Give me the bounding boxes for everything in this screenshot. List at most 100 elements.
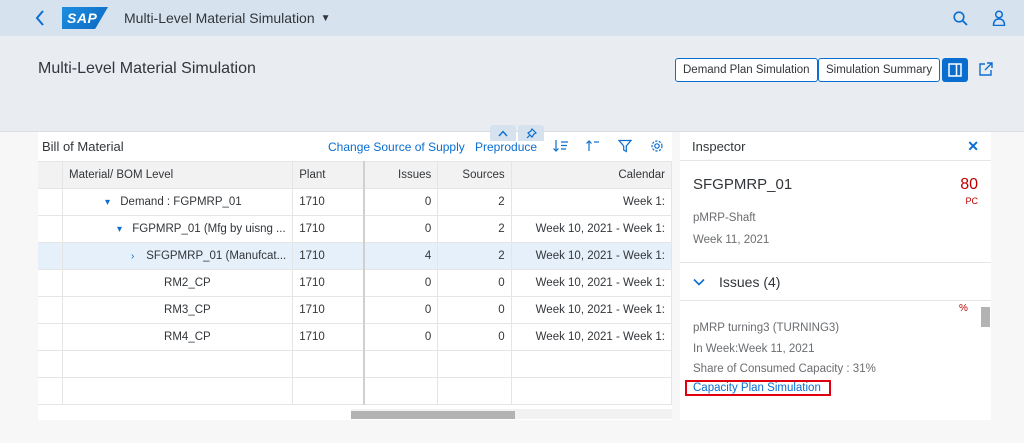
plant-cell: 1710 xyxy=(292,296,366,324)
app-title: Multi-Level Material Simulation xyxy=(124,10,315,26)
close-icon[interactable]: ✕ xyxy=(967,138,979,155)
simulation-summary-button[interactable]: Simulation Summary xyxy=(818,58,941,82)
inspector-unit: PC xyxy=(965,196,978,206)
content-area: Bill of Material Change Source of Supply… xyxy=(0,132,1024,443)
empty-row xyxy=(38,377,673,405)
material-cell: Demand : FGPMRP_01 xyxy=(120,196,242,208)
calendar-cell: Week 10, 2021 - Week 1: xyxy=(511,323,673,351)
sources-cell: 0 xyxy=(437,269,512,297)
change-source-of-supply-button[interactable]: Change Source of Supply xyxy=(328,140,465,154)
table-row[interactable]: RM2_CP 1710 0 0 Week 10, 2021 - Week 1: xyxy=(38,269,673,297)
user-icon[interactable] xyxy=(992,10,1006,26)
sort-icon[interactable] xyxy=(553,139,569,156)
inspector-panel: Inspector ✕ SFGPMRP_01 80 PC pMRP-Shaft … xyxy=(680,132,991,420)
plant-cell: 1710 xyxy=(292,323,366,351)
inspector-title: Inspector xyxy=(692,138,746,154)
page-title: Multi-Level Material Simulation xyxy=(38,60,256,77)
capacity-plan-simulation-link[interactable]: Capacity Plan Simulation xyxy=(685,380,831,396)
sources-cell: 0 xyxy=(437,296,512,324)
expanded-chevron-icon[interactable]: ▾ xyxy=(117,224,129,235)
sources-cell: 0 xyxy=(437,323,512,351)
caret-down-icon: ▼ xyxy=(320,12,331,24)
divider xyxy=(680,262,991,263)
sap-logo[interactable]: SAP xyxy=(62,7,108,29)
select-all-cell[interactable] xyxy=(38,161,64,189)
table-row[interactable]: ▾ FGPMRP_01 (Mfg by uisng ... 1710 0 2 W… xyxy=(38,215,673,243)
side-panel-toggle-button[interactable] xyxy=(942,58,968,82)
table-row[interactable]: RM4_CP 1710 0 0 Week 10, 2021 - Week 1: xyxy=(38,323,673,351)
inspector-description: pMRP-Shaft xyxy=(693,212,756,224)
sources-cell: 2 xyxy=(437,188,512,216)
issues-header: Issues (4) xyxy=(719,274,781,290)
row-selector[interactable] xyxy=(38,188,64,216)
collapsed-chevron-icon[interactable]: › xyxy=(131,251,143,262)
demand-plan-simulation-button[interactable]: Demand Plan Simulation xyxy=(675,58,818,82)
issues-cell: 0 xyxy=(364,323,439,351)
collapse-header-icon[interactable] xyxy=(490,125,516,141)
material-cell: RM4_CP xyxy=(62,323,294,351)
search-icon[interactable] xyxy=(953,10,968,26)
preproduce-button[interactable]: Preproduce xyxy=(475,140,537,154)
table-row[interactable]: RM3_CP 1710 0 0 Week 10, 2021 - Week 1: xyxy=(38,296,673,324)
settings-gear-icon[interactable] xyxy=(650,139,664,156)
expand-icon[interactable] xyxy=(585,139,601,156)
row-selector[interactable] xyxy=(38,269,64,297)
column-header-sources[interactable]: Sources xyxy=(437,161,512,189)
row-selector[interactable] xyxy=(38,296,64,324)
issues-section-toggle[interactable]: Issues (4) xyxy=(693,274,780,290)
divider xyxy=(680,300,991,301)
issues-cell: 4 xyxy=(364,242,439,270)
issue-resource: pMRP turning3 (TURNING3) xyxy=(693,322,840,334)
row-selector[interactable] xyxy=(38,215,64,243)
issues-cell: 0 xyxy=(364,215,439,243)
column-header-material[interactable]: Material/ BOM Level xyxy=(62,161,294,189)
issue-capacity-share: Share of Consumed Capacity : 31% xyxy=(693,363,876,375)
plant-cell: 1710 xyxy=(292,215,366,243)
material-cell: RM2_CP xyxy=(62,269,294,297)
bill-of-material-panel: Bill of Material Change Source of Supply… xyxy=(38,132,673,420)
bom-title: Bill of Material xyxy=(42,139,124,154)
table-row-selected[interactable]: › SFGPMRP_01 (Manufcat... 1710 4 2 Week … xyxy=(38,242,673,270)
plant-cell: 1710 xyxy=(292,269,366,297)
table-row[interactable]: ▾ Demand : FGPMRP_01 1710 0 2 Week 1: xyxy=(38,188,673,216)
pin-header-icon[interactable] xyxy=(518,125,544,141)
material-cell: SFGPMRP_01 (Manufcat... xyxy=(146,250,287,262)
row-selector[interactable] xyxy=(38,323,64,351)
inspector-header: Inspector ✕ xyxy=(680,132,991,161)
calendar-cell: Week 10, 2021 - Week 1: xyxy=(511,296,673,324)
expanded-chevron-icon[interactable]: ▾ xyxy=(105,197,117,208)
filter-icon[interactable] xyxy=(617,139,633,156)
inspector-week: Week 11, 2021 xyxy=(693,234,770,246)
issues-cell: 0 xyxy=(364,269,439,297)
material-cell: RM3_CP xyxy=(62,296,294,324)
issues-cell: 0 xyxy=(364,296,439,324)
chevron-down-icon xyxy=(693,275,705,289)
bom-toolbar: Bill of Material Change Source of Supply… xyxy=(38,132,672,161)
column-header-issues[interactable]: Issues xyxy=(364,161,439,189)
side-panel-icon xyxy=(948,63,962,77)
vertical-scrollbar[interactable] xyxy=(981,307,990,327)
percent-indicator: % xyxy=(959,303,968,314)
back-icon[interactable] xyxy=(32,10,48,26)
row-selector[interactable] xyxy=(38,242,64,270)
inspector-material: SFGPMRP_01 xyxy=(693,176,793,193)
material-cell: FGPMRP_01 (Mfg by uisng ... xyxy=(132,223,286,235)
column-header-plant[interactable]: Plant xyxy=(292,161,366,189)
share-icon[interactable] xyxy=(978,61,996,79)
calendar-cell: Week 10, 2021 - Week 1: xyxy=(511,269,673,297)
shell-bar: SAP Multi-Level Material Simulation ▼ xyxy=(0,0,1024,36)
sap-logo-text: SAP xyxy=(67,10,98,26)
scrollbar-thumb[interactable] xyxy=(351,411,515,419)
calendar-cell: Week 10, 2021 - Week 1: xyxy=(511,242,673,270)
page-header: Multi-Level Material Simulation Demand P… xyxy=(0,36,1024,132)
sources-cell: 2 xyxy=(437,242,512,270)
empty-row xyxy=(38,350,673,378)
sources-cell: 2 xyxy=(437,215,512,243)
plant-cell: 1710 xyxy=(292,188,366,216)
inspector-quantity: 80 xyxy=(960,176,978,193)
horizontal-scrollbar[interactable] xyxy=(351,409,672,419)
column-header-calendar[interactable]: Calendar xyxy=(511,161,673,189)
bom-table: Material/ BOM Level Plant Issues Sources… xyxy=(38,161,673,405)
app-title-menu[interactable]: Multi-Level Material Simulation ▼ xyxy=(124,10,331,26)
table-header-row: Material/ BOM Level Plant Issues Sources… xyxy=(38,161,673,189)
